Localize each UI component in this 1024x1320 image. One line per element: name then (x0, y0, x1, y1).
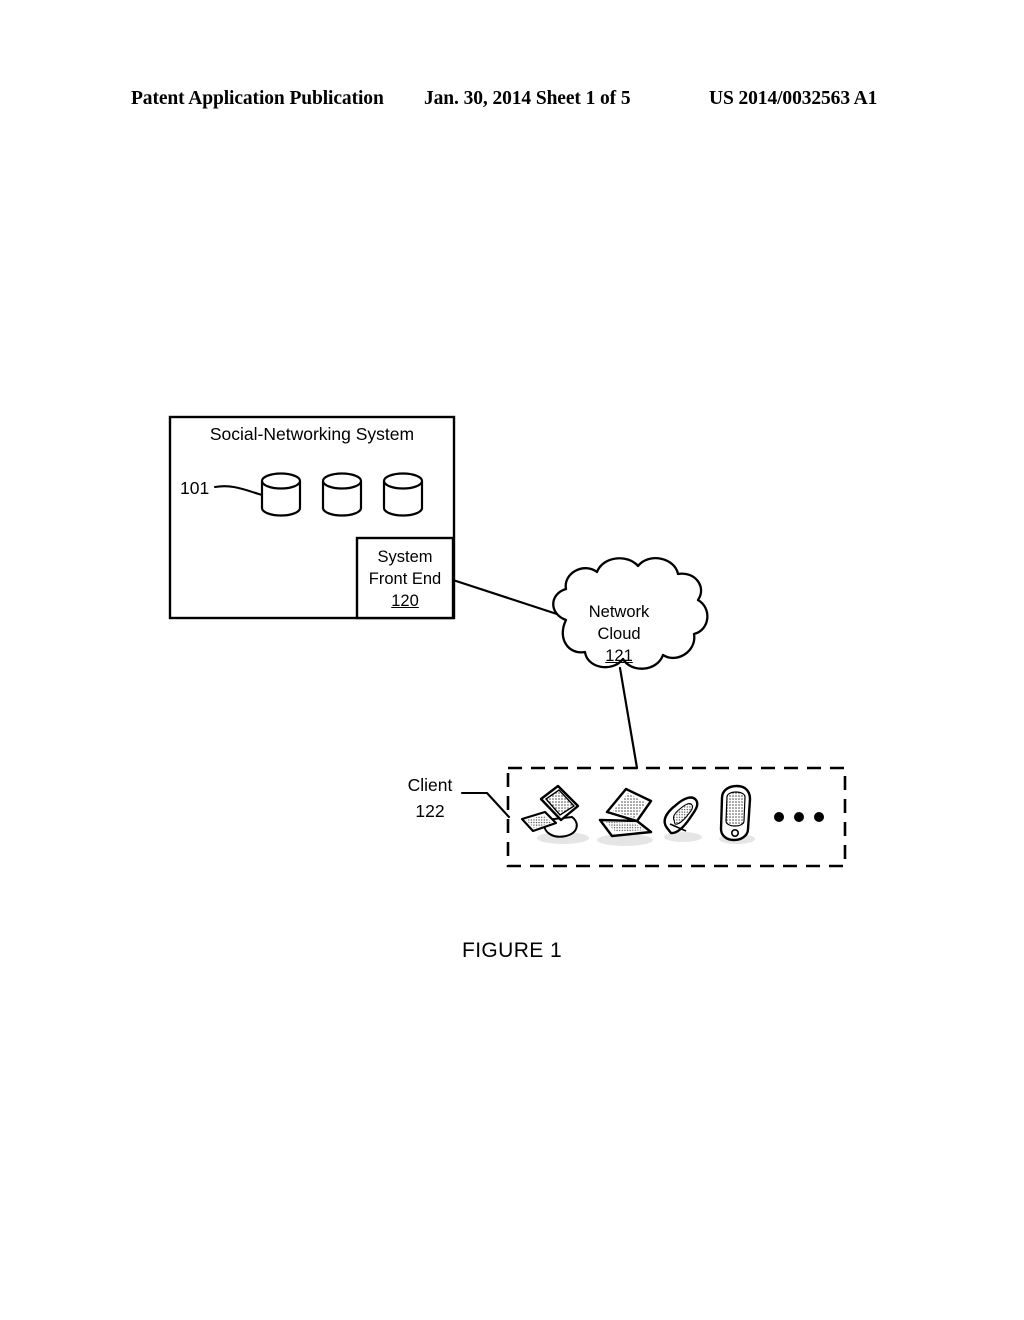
pda-smartphone-icon (719, 784, 755, 844)
reference-101-leader-line (213, 485, 264, 497)
network-cloud-line1: Network (588, 603, 650, 621)
system-front-end-line1: System (377, 548, 433, 566)
system-front-end-line2: Front End (368, 570, 442, 588)
client-label-text: Client (407, 775, 453, 795)
frontend-cloud-connector (451, 578, 565, 618)
client-ellipsis-dots (774, 812, 824, 822)
client-label: Client 122 (390, 772, 470, 824)
laptop-icon (597, 787, 653, 846)
cloud-client-connector (618, 666, 639, 770)
system-front-end-label: System Front End 120 (357, 546, 453, 612)
reference-numeral-120: 120 (391, 592, 419, 610)
figure-drawing (0, 0, 1024, 1320)
flip-phone-icon (663, 796, 702, 842)
reference-numeral-122: 122 (415, 801, 445, 821)
network-cloud-label: Network Cloud 121 (558, 601, 680, 667)
reference-numeral-101: 101 (180, 478, 210, 498)
figure-caption: FIGURE 1 (461, 939, 563, 962)
database-cylinder-3 (382, 472, 424, 517)
network-cloud-line2: Cloud (597, 625, 641, 643)
desktop-computer-icon (520, 784, 589, 844)
database-cylinder-1 (260, 472, 302, 517)
reference-numeral-121: 121 (605, 647, 633, 665)
social-networking-system-title: Social-Networking System (209, 424, 415, 444)
database-cylinder-2 (321, 472, 363, 517)
